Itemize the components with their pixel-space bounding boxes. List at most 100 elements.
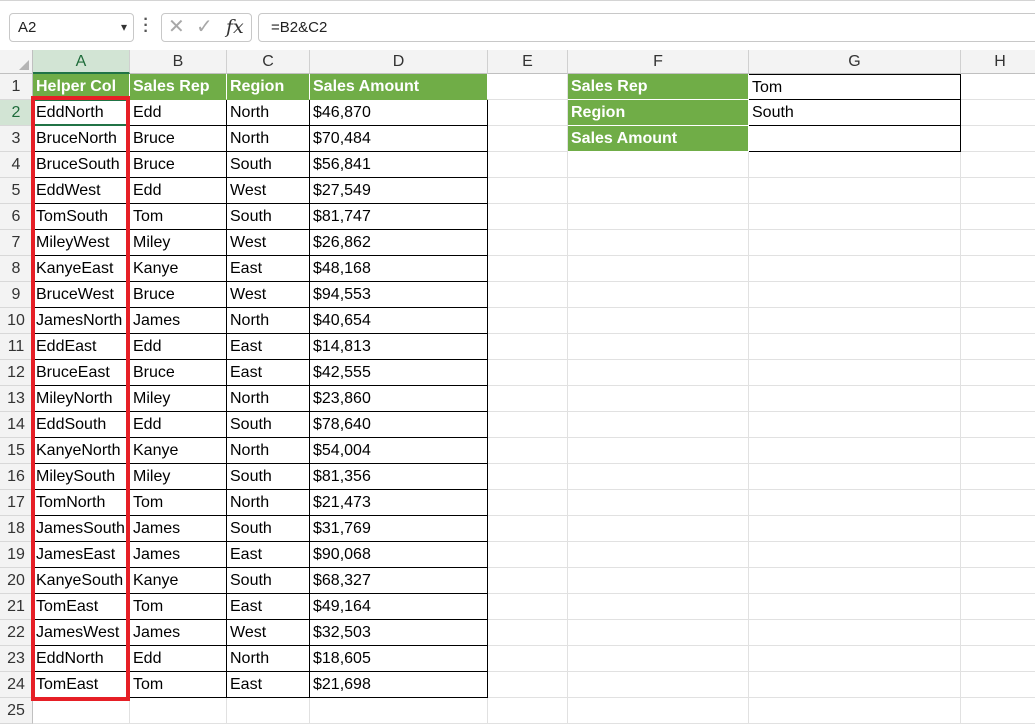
table-cell[interactable]: BruceNorth bbox=[33, 126, 130, 152]
row-header-19[interactable]: 19 bbox=[0, 542, 33, 568]
table-cell[interactable]: TomEast bbox=[33, 594, 130, 620]
table-cell[interactable]: East bbox=[227, 334, 310, 360]
more-options-icon[interactable]: · · · bbox=[143, 12, 149, 40]
row-header-7[interactable]: 7 bbox=[0, 230, 33, 256]
table-cell[interactable]: Bruce bbox=[130, 126, 227, 152]
table-cell[interactable]: $27,549 bbox=[310, 178, 488, 204]
table-cell[interactable]: $94,553 bbox=[310, 282, 488, 308]
table-cell[interactable]: Kanye bbox=[130, 256, 227, 282]
table-cell[interactable]: $18,605 bbox=[310, 646, 488, 672]
table-cell[interactable]: North bbox=[227, 308, 310, 334]
chevron-down-icon[interactable]: ▾ bbox=[121, 14, 127, 41]
table-cell[interactable]: $31,769 bbox=[310, 516, 488, 542]
row-header-25[interactable]: 25 bbox=[0, 698, 33, 724]
table-cell[interactable]: $23,860 bbox=[310, 386, 488, 412]
table-cell[interactable]: East bbox=[227, 256, 310, 282]
table-cell[interactable]: Edd bbox=[130, 178, 227, 204]
table-cell[interactable]: Tom bbox=[130, 672, 227, 698]
table-cell[interactable]: $56,841 bbox=[310, 152, 488, 178]
table-cell[interactable]: Tom bbox=[130, 204, 227, 230]
row-header-11[interactable]: 11 bbox=[0, 334, 33, 360]
table-cell[interactable]: James bbox=[130, 620, 227, 646]
row-header-21[interactable]: 21 bbox=[0, 594, 33, 620]
table-cell[interactable]: $70,484 bbox=[310, 126, 488, 152]
table-cell[interactable]: North bbox=[227, 438, 310, 464]
row-header-23[interactable]: 23 bbox=[0, 646, 33, 672]
row-header-22[interactable]: 22 bbox=[0, 620, 33, 646]
table-cell[interactable]: $32,503 bbox=[310, 620, 488, 646]
table-cell[interactable]: KanyeSouth bbox=[33, 568, 130, 594]
table-cell[interactable]: Bruce bbox=[130, 282, 227, 308]
table-cell[interactable]: South bbox=[227, 516, 310, 542]
row-header-13[interactable]: 13 bbox=[0, 386, 33, 412]
table-cell[interactable]: JamesEast bbox=[33, 542, 130, 568]
table-cell[interactable]: MileyWest bbox=[33, 230, 130, 256]
column-header-f[interactable]: F bbox=[568, 50, 749, 74]
table-cell[interactable]: $14,813 bbox=[310, 334, 488, 360]
table-cell[interactable]: JamesSouth bbox=[33, 516, 130, 542]
table-cell[interactable]: Miley bbox=[130, 464, 227, 490]
table-cell[interactable]: East bbox=[227, 594, 310, 620]
table-cell[interactable]: Bruce bbox=[130, 360, 227, 386]
row-header-3[interactable]: 3 bbox=[0, 126, 33, 152]
row-header-1[interactable]: 1 bbox=[0, 74, 33, 100]
table-cell[interactable]: Tom bbox=[130, 490, 227, 516]
table-cell[interactable]: KanyeEast bbox=[33, 256, 130, 282]
row-header-10[interactable]: 10 bbox=[0, 308, 33, 334]
table-header-cell[interactable]: Sales Amount bbox=[310, 74, 488, 100]
table-cell[interactable]: MileySouth bbox=[33, 464, 130, 490]
table-cell[interactable]: $90,068 bbox=[310, 542, 488, 568]
table-cell[interactable]: $46,870 bbox=[310, 100, 488, 126]
table-cell[interactable]: TomSouth bbox=[33, 204, 130, 230]
column-header-c[interactable]: C bbox=[227, 50, 310, 74]
row-header-15[interactable]: 15 bbox=[0, 438, 33, 464]
table-cell[interactable]: South bbox=[227, 464, 310, 490]
column-header-b[interactable]: B bbox=[130, 50, 227, 74]
table-cell[interactable]: EddWest bbox=[33, 178, 130, 204]
table-cell[interactable]: James bbox=[130, 516, 227, 542]
lookup-value[interactable]: Tom bbox=[749, 74, 961, 100]
row-header-8[interactable]: 8 bbox=[0, 256, 33, 282]
table-cell[interactable]: EddNorth bbox=[33, 100, 130, 126]
table-cell[interactable]: Kanye bbox=[130, 568, 227, 594]
table-cell[interactable]: $48,168 bbox=[310, 256, 488, 282]
column-header-h[interactable]: H bbox=[961, 50, 1035, 74]
table-cell[interactable]: EddSouth bbox=[33, 412, 130, 438]
insert-function-icon[interactable]: fx bbox=[226, 14, 244, 41]
table-cell[interactable]: BruceSouth bbox=[33, 152, 130, 178]
select-all-corner[interactable] bbox=[0, 50, 33, 74]
row-header-9[interactable]: 9 bbox=[0, 282, 33, 308]
table-cell[interactable]: $81,356 bbox=[310, 464, 488, 490]
lookup-value[interactable] bbox=[749, 126, 961, 152]
table-cell[interactable]: Edd bbox=[130, 334, 227, 360]
column-header-e[interactable]: E bbox=[488, 50, 568, 74]
column-header-d[interactable]: D bbox=[310, 50, 488, 74]
table-cell[interactable]: North bbox=[227, 100, 310, 126]
table-cell[interactable]: Kanye bbox=[130, 438, 227, 464]
table-cell[interactable]: Bruce bbox=[130, 152, 227, 178]
row-header-12[interactable]: 12 bbox=[0, 360, 33, 386]
table-cell[interactable]: West bbox=[227, 282, 310, 308]
table-cell[interactable]: TomNorth bbox=[33, 490, 130, 516]
table-cell[interactable]: East bbox=[227, 672, 310, 698]
table-cell[interactable]: $21,473 bbox=[310, 490, 488, 516]
table-cell[interactable]: $26,862 bbox=[310, 230, 488, 256]
formula-input[interactable]: =B2&C2 bbox=[258, 13, 1035, 42]
row-header-18[interactable]: 18 bbox=[0, 516, 33, 542]
table-cell[interactable]: MileyNorth bbox=[33, 386, 130, 412]
table-cell[interactable]: Miley bbox=[130, 386, 227, 412]
table-cell[interactable]: Edd bbox=[130, 646, 227, 672]
cancel-icon[interactable]: ✕ bbox=[168, 14, 185, 41]
table-cell[interactable]: $78,640 bbox=[310, 412, 488, 438]
table-header-cell[interactable]: Region bbox=[227, 74, 310, 100]
row-header-24[interactable]: 24 bbox=[0, 672, 33, 698]
row-header-4[interactable]: 4 bbox=[0, 152, 33, 178]
row-header-6[interactable]: 6 bbox=[0, 204, 33, 230]
table-cell[interactable]: North bbox=[227, 386, 310, 412]
table-header-cell[interactable]: Helper Col bbox=[33, 74, 130, 100]
lookup-value[interactable]: South bbox=[749, 100, 961, 126]
table-cell[interactable]: East bbox=[227, 360, 310, 386]
table-cell[interactable]: EddNorth bbox=[33, 646, 130, 672]
row-header-5[interactable]: 5 bbox=[0, 178, 33, 204]
table-header-cell[interactable]: Sales Rep bbox=[130, 74, 227, 100]
